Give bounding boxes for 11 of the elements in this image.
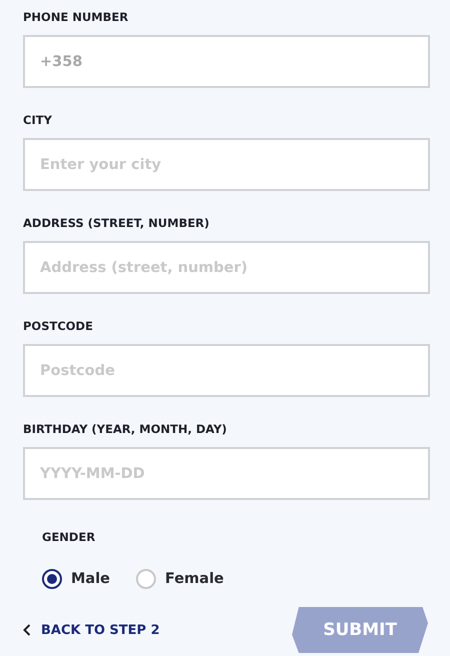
field-label: ADDRESS (STREET, NUMBER) xyxy=(23,215,210,232)
back-link[interactable]: BACK TO STEP 2 xyxy=(41,622,160,638)
radio-button[interactable] xyxy=(42,569,62,589)
field-label: GENDER xyxy=(42,530,96,544)
field-label: CITY xyxy=(23,112,53,129)
radio-label[interactable]: Female xyxy=(165,571,224,587)
chevron-left-icon[interactable] xyxy=(23,624,31,636)
radio-label[interactable]: Male xyxy=(71,571,110,587)
field-label: BIRTHDAY (YEAR, MONTH, DAY) xyxy=(23,421,228,438)
field-label: PHONE NUMBER xyxy=(23,9,130,26)
field-label: POSTCODE xyxy=(23,318,94,335)
